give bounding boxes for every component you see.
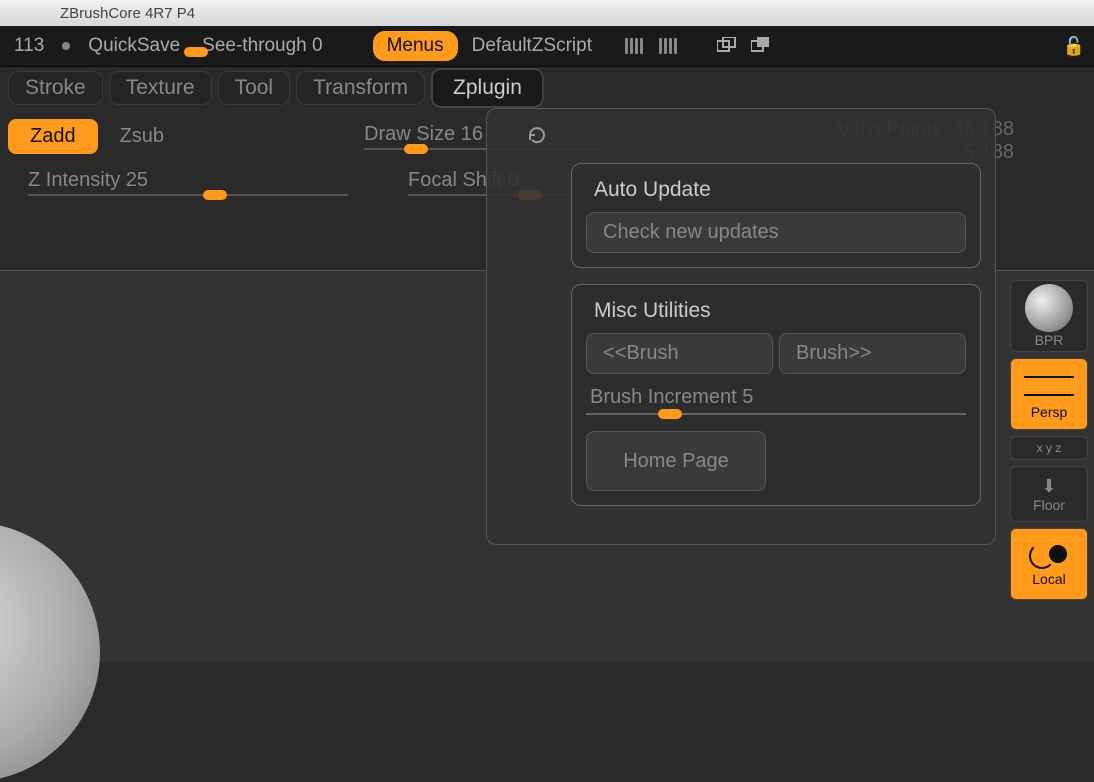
xyz-toggle[interactable]: x y z (1010, 436, 1088, 460)
menu-tool[interactable]: Tool (218, 71, 291, 105)
menu-zplugin[interactable]: Zplugin (431, 68, 544, 108)
misc-utilities-card: Misc Utilities <<Brush Brush>> Brush Inc… (571, 284, 981, 506)
menus-toggle[interactable]: Menus (373, 31, 458, 61)
brush-increment-slider[interactable] (586, 413, 966, 415)
menu-bar: Stroke Texture Tool Transform Zplugin (0, 66, 1094, 108)
z-intensity-slider[interactable]: Z Intensity 25 (28, 169, 348, 196)
misc-heading: Misc Utilities (586, 299, 966, 323)
prev-brush-button[interactable]: <<Brush (586, 333, 773, 374)
local-icon (1029, 541, 1069, 571)
home-page-button[interactable]: Home Page (586, 431, 766, 491)
lock-icon[interactable]: 🔓 (1060, 34, 1088, 58)
bpr-button[interactable]: BPR (1010, 280, 1088, 352)
brush-increment-label: Brush Increment 5 (590, 386, 966, 409)
slider-thumb[interactable] (184, 47, 208, 57)
refresh-icon[interactable] (527, 125, 549, 147)
left-shelf-icon[interactable] (620, 34, 648, 58)
save-layout-icon[interactable] (748, 34, 776, 58)
zsub-toggle[interactable]: Zsub (106, 119, 178, 154)
menu-stroke[interactable]: Stroke (8, 71, 103, 105)
persp-button[interactable]: Persp (1010, 358, 1088, 430)
local-button[interactable]: Local (1010, 528, 1088, 600)
restore-layout-icon[interactable] (714, 34, 742, 58)
perspective-icon (1024, 368, 1074, 404)
menu-texture[interactable]: Texture (109, 71, 212, 105)
window-titlebar: ZBrushCore 4R7 P4 (0, 0, 1094, 26)
menu-transform[interactable]: Transform (296, 71, 425, 105)
divider-dot (62, 42, 70, 50)
right-dock: BPR Persp x y z ⬇ Floor Local (1010, 280, 1088, 600)
field-value[interactable]: 113 (6, 35, 52, 57)
floor-button[interactable]: ⬇ Floor (1010, 466, 1088, 522)
seethrough-slider[interactable]: See-through 0 (194, 35, 330, 57)
defaultzscript-button[interactable]: DefaultZScript (464, 35, 600, 57)
right-shelf-icon[interactable] (654, 34, 682, 58)
top-toolbar: 113 QuickSave See-through 0 Menus Defaul… (0, 26, 1094, 66)
slider-thumb[interactable] (203, 190, 227, 200)
sculpt-mesh[interactable] (0, 522, 100, 782)
app-title: ZBrushCore 4R7 P4 (60, 5, 195, 22)
down-arrow-icon: ⬇ (1041, 476, 1056, 497)
check-updates-button[interactable]: Check new updates (586, 212, 966, 253)
next-brush-button[interactable]: Brush>> (779, 333, 966, 374)
zadd-toggle[interactable]: Zadd (8, 119, 98, 154)
zplugin-panel: Auto Update Check new updates Misc Utili… (486, 108, 996, 545)
slider-thumb[interactable] (658, 409, 682, 419)
auto-update-heading: Auto Update (586, 178, 966, 202)
auto-update-card: Auto Update Check new updates (571, 163, 981, 268)
quicksave-button[interactable]: QuickSave (80, 35, 188, 57)
sphere-icon (1025, 284, 1073, 332)
slider-thumb[interactable] (404, 144, 428, 154)
